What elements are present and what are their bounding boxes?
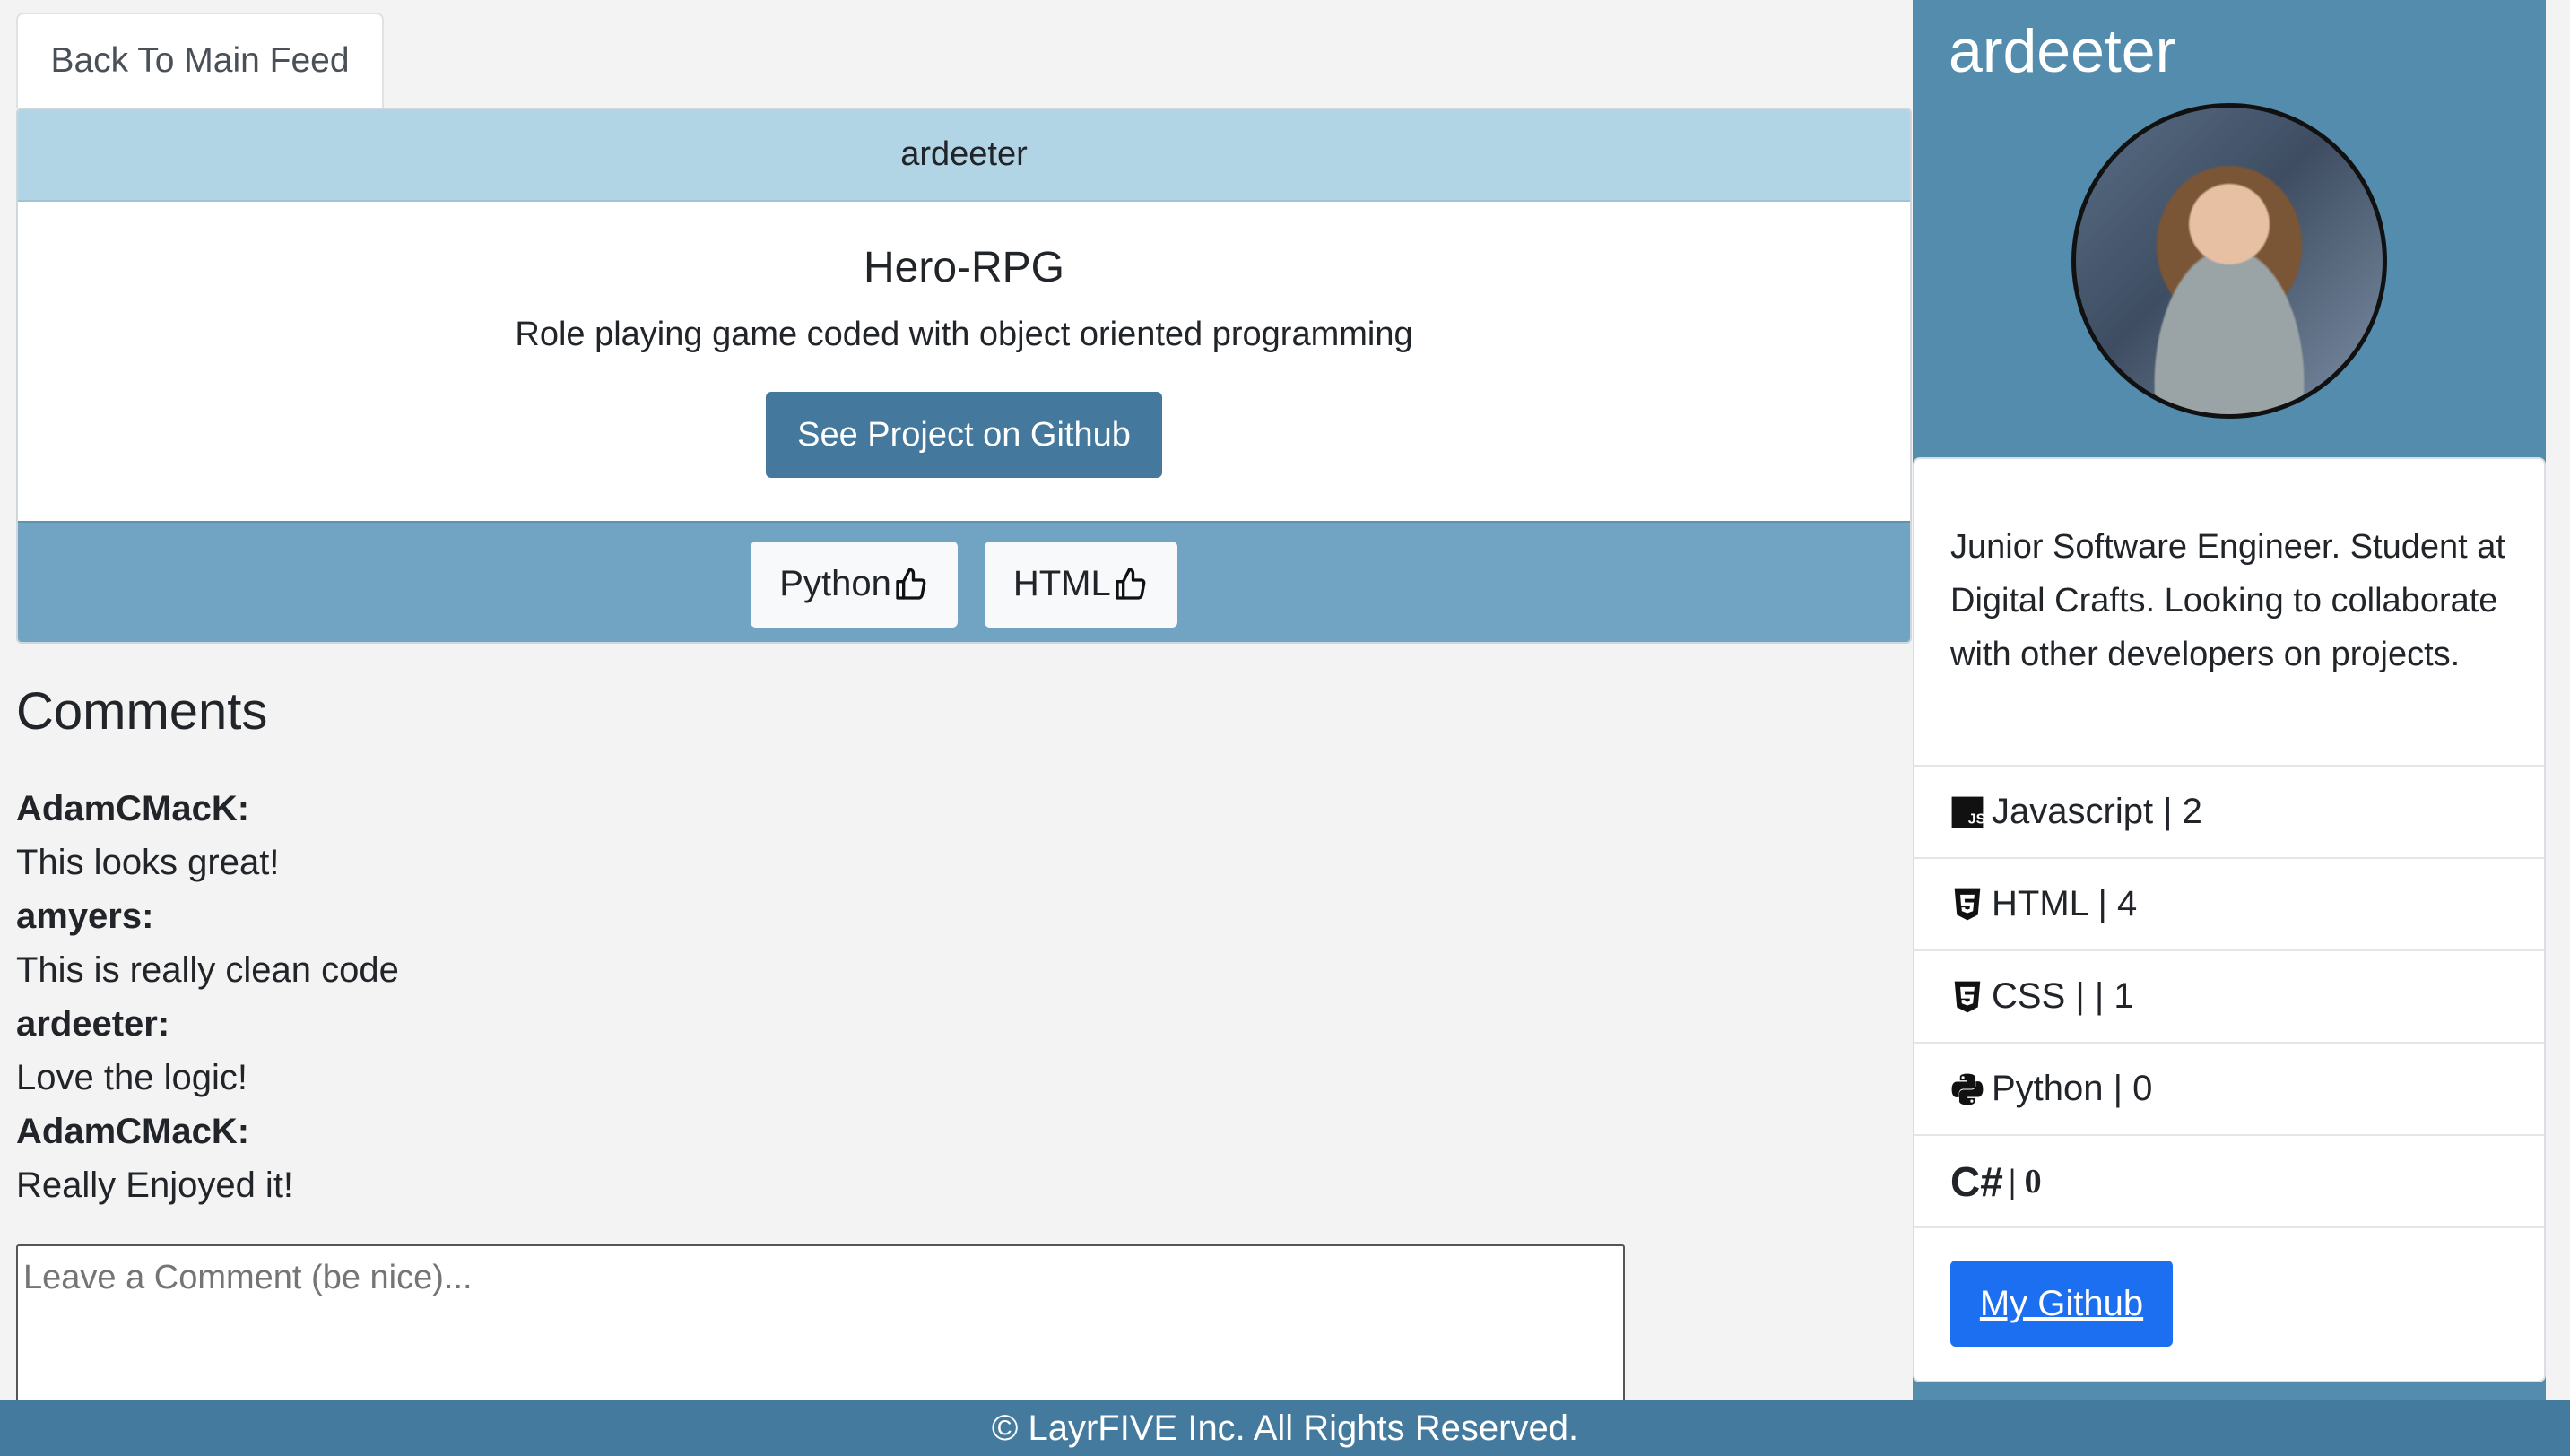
comment-author: AdamCMacK: — [16, 789, 250, 828]
profile-card: Junior Software Engineer. Student at Dig… — [1913, 457, 2546, 1382]
thumbs-up-icon — [1116, 568, 1146, 600]
skill-label: CSS | | 1 — [1992, 976, 2134, 1016]
avatar — [2071, 103, 2387, 419]
comment-text: This looks great! — [16, 843, 280, 882]
project-tags: Python HTML — [18, 521, 1910, 642]
see-project-github-button[interactable]: See Project on Github — [766, 392, 1162, 478]
svg-text:JS: JS — [1968, 811, 1984, 827]
profile-bio: Junior Software Engineer. Student at Dig… — [1914, 459, 2544, 767]
project-title: Hero-RPG — [863, 244, 1065, 291]
project-author: ardeeter — [18, 109, 1910, 202]
skill-label: | 0 — [2008, 1162, 2042, 1200]
profile-username: ardeeter — [1949, 17, 2176, 85]
project-description: Role playing game coded with object orie… — [515, 316, 1413, 353]
skill-css: CSS | | 1 — [1914, 951, 2544, 1044]
page: Back To Main Feed ardeeter Hero-RPG Role… — [0, 0, 2570, 1456]
comments-list: AdamCMacK: This looks great! amyers: Thi… — [16, 782, 399, 1212]
csharp-icon: C# — [1950, 1157, 2003, 1205]
comment-item: ardeeter: Love the logic! — [16, 997, 399, 1105]
back-to-main-feed-tab[interactable]: Back To Main Feed — [16, 13, 384, 108]
tag-label: HTML — [1012, 564, 1111, 603]
comment-text: Really Enjoyed it! — [16, 1166, 294, 1205]
tag-label: Python — [779, 564, 891, 603]
project-body: Hero-RPG Role playing game coded with ob… — [18, 202, 1910, 521]
comment-item: amyers: This is really clean code — [16, 889, 399, 997]
project-card: ardeeter Hero-RPG Role playing game code… — [16, 108, 1912, 644]
comment-item: AdamCMacK: Really Enjoyed it! — [16, 1105, 399, 1212]
comments-heading: Comments — [16, 682, 268, 741]
comment-text: Love the logic! — [16, 1058, 247, 1097]
comment-author: ardeeter: — [16, 1004, 170, 1044]
tag-html-like-button[interactable]: HTML — [984, 541, 1177, 628]
html5-icon — [1954, 888, 1981, 920]
tag-python-like-button[interactable]: Python — [751, 541, 958, 628]
skill-label: Python | 0 — [1992, 1069, 2153, 1108]
skill-csharp: C# | 0 — [1914, 1136, 2544, 1228]
skill-javascript: JS Javascript | 2 — [1914, 767, 2544, 859]
skill-html: HTML | 4 — [1914, 859, 2544, 951]
comment-input[interactable] — [16, 1244, 1625, 1424]
skill-label: Javascript | 2 — [1992, 792, 2202, 831]
python-icon — [1951, 1073, 1984, 1105]
comment-author: AdamCMacK: — [16, 1112, 250, 1151]
comment-author: amyers: — [16, 897, 154, 936]
footer: © LayrFIVE Inc. All Rights Reserved. — [0, 1400, 2570, 1456]
comment-item: AdamCMacK: This looks great! — [16, 782, 399, 889]
skill-python: Python | 0 — [1914, 1044, 2544, 1136]
comment-text: This is really clean code — [16, 950, 399, 990]
skill-label: HTML | 4 — [1992, 884, 2138, 923]
css3-icon — [1954, 981, 1981, 1012]
javascript-icon: JS — [1951, 796, 1984, 828]
thumbs-up-icon — [896, 568, 926, 600]
my-github-button[interactable]: My Github — [1950, 1261, 2173, 1347]
